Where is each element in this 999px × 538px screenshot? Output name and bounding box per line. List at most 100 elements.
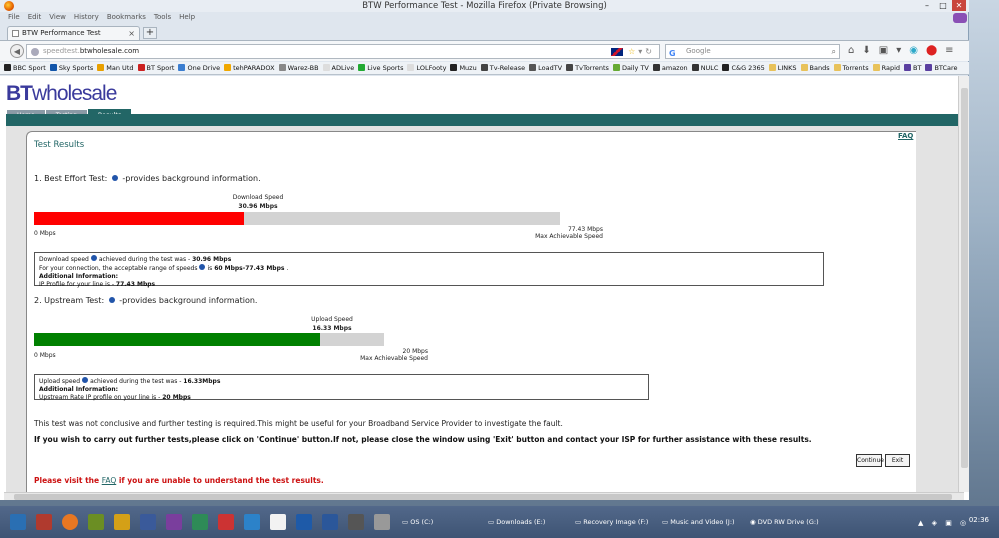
app-icon[interactable] (140, 514, 156, 530)
info-icon[interactable] (108, 297, 115, 303)
horizontal-scrollbar[interactable] (4, 492, 964, 500)
app-icon[interactable] (88, 514, 104, 530)
bookmark-item[interactable]: Muzu (450, 62, 477, 74)
faq-link[interactable]: FAQ (898, 132, 913, 140)
maximize-icon[interactable]: □ (936, 0, 950, 11)
bookmark-icon (652, 64, 660, 71)
adblock-icon[interactable]: ⬤ (926, 45, 937, 56)
bookmark-item[interactable]: Torrents (833, 62, 869, 74)
upstream-profile-value: 20 Mbps (162, 394, 191, 401)
uk-flag-icon[interactable] (610, 47, 623, 56)
bookmark-item[interactable]: Bands (800, 62, 830, 74)
upstream-subtitle: -provides background information. (119, 296, 258, 305)
extension-icon[interactable]: ◉ (909, 45, 918, 56)
info-icon[interactable] (199, 264, 206, 270)
title-bar: BTW Performance Test - Mozilla Firefox (… (0, 0, 969, 12)
menu-dropdown-icon[interactable]: ▾ (896, 45, 901, 56)
bookmark-item[interactable]: tehPARADOX (224, 62, 275, 74)
bookmark-star-icon[interactable]: ☆ (628, 47, 638, 56)
bookmark-item[interactable]: C&G 2365 (722, 62, 765, 74)
tab-btw-performance-test[interactable]: BTW Performance Test × (7, 26, 140, 40)
bookmark-label: LINKS (777, 64, 797, 72)
addons-icon[interactable]: ▣ (879, 45, 888, 56)
bookmark-item[interactable]: Man Utd (97, 62, 134, 74)
taskbar-drive-g[interactable]: ◉ DVD RW Drive (G:) (750, 518, 819, 526)
bookmark-item[interactable]: NULC (691, 62, 718, 74)
info-icon[interactable] (82, 377, 89, 383)
menu-history[interactable]: History (74, 13, 99, 21)
bookmark-item[interactable]: TvTorrents (566, 62, 609, 74)
folder-icon[interactable] (114, 514, 130, 530)
bookmark-label: Torrents (842, 64, 869, 72)
bookmark-item[interactable]: One Drive (178, 62, 220, 74)
bookmark-item[interactable]: BT Sport (137, 62, 174, 74)
app-icon[interactable] (348, 514, 364, 530)
faq-link-bottom[interactable]: FAQ (102, 476, 117, 485)
window-title: BTW Performance Test - Mozilla Firefox (… (362, 1, 607, 11)
menu-view[interactable]: View (49, 13, 66, 21)
menu-file[interactable]: File (8, 13, 20, 21)
taskbar-drive-e[interactable]: ▭ Downloads (E:) (488, 518, 545, 526)
firefox-taskbar-icon[interactable] (62, 514, 78, 530)
windows-start-icon[interactable] (10, 514, 26, 530)
bookmark-item[interactable]: LoadTV (529, 62, 562, 74)
bookmark-item[interactable]: LINKS (768, 62, 797, 74)
bookmark-item[interactable]: ADLive (322, 62, 354, 74)
bookmark-item[interactable]: Daily TV (612, 62, 649, 74)
reload-icon[interactable]: ↻ (645, 47, 655, 56)
bookmark-item[interactable]: LOLFooty (407, 62, 446, 74)
bookmark-icon (322, 64, 330, 71)
taskbar-drive-c[interactable]: ▭ OS (C:) (402, 518, 433, 526)
continue-button[interactable]: Continue (856, 454, 884, 467)
vertical-scroll-thumb[interactable] (961, 88, 968, 468)
download-icon[interactable]: ⬇ (862, 45, 870, 56)
bookmark-item[interactable]: Live Sports (358, 62, 403, 74)
menu-tools[interactable]: Tools (154, 13, 171, 21)
additional-info-heading: Additional Information: (39, 273, 119, 280)
search-input[interactable]: G Google ⌕ (665, 44, 840, 59)
tab-label: BTW Performance Test (22, 29, 101, 37)
app-icon[interactable] (374, 514, 390, 530)
bookmark-item[interactable]: BBC Sport (4, 62, 46, 74)
new-tab-button[interactable]: + (143, 27, 157, 39)
minimize-icon[interactable]: – (920, 0, 934, 11)
menu-help[interactable]: Help (179, 13, 195, 21)
exit-button[interactable]: Exit (885, 454, 910, 467)
bookmark-label: amazon (661, 64, 688, 72)
bookmark-item[interactable]: Warez-BB (278, 62, 319, 74)
search-icon[interactable]: ⌕ (832, 45, 836, 58)
horizontal-scroll-thumb[interactable] (14, 494, 952, 500)
private-browsing-icon (953, 13, 967, 23)
word-icon[interactable] (322, 514, 338, 530)
url-input[interactable]: speedtest.btwholesale.com ☆▾↻ (26, 44, 660, 59)
app-icon[interactable] (218, 514, 234, 530)
home-icon[interactable]: ⌂ (848, 45, 854, 56)
vertical-scrollbar[interactable] (958, 76, 969, 492)
info-icon[interactable] (90, 255, 97, 261)
tab-close-icon[interactable]: × (128, 27, 135, 40)
back-icon[interactable]: ◀ (10, 44, 24, 58)
app-icon[interactable] (36, 514, 52, 530)
outlook-icon[interactable] (296, 514, 312, 530)
app-icon[interactable] (192, 514, 208, 530)
best-effort-subtitle: -provides background information. (122, 174, 261, 183)
menu-edit[interactable]: Edit (28, 13, 42, 21)
bookmark-item[interactable]: amazon (652, 62, 688, 74)
taskbar-drive-j[interactable]: ▭ Music and Video (J:) (662, 518, 735, 526)
app-icon[interactable] (166, 514, 182, 530)
info-icon[interactable] (111, 175, 118, 181)
bookmark-item[interactable]: Tv-Release (480, 62, 525, 74)
bookmark-item[interactable]: BTCare (925, 62, 958, 74)
app-icon[interactable] (244, 514, 260, 530)
app-icon[interactable] (270, 514, 286, 530)
bookmark-item[interactable]: Rapid (872, 62, 900, 74)
bookmark-item[interactable]: Sky Sports (49, 62, 93, 74)
taskbar-drive-f[interactable]: ▭ Recovery Image (F:) (575, 518, 648, 526)
close-icon[interactable]: ✕ (952, 0, 966, 11)
hamburger-menu-icon[interactable]: ≡ (945, 45, 953, 56)
taskbar-clock[interactable]: 02:36 (969, 516, 989, 524)
bookmark-item[interactable]: BT (904, 62, 921, 74)
google-icon[interactable]: G (669, 47, 676, 60)
menu-bookmarks[interactable]: Bookmarks (107, 13, 146, 21)
system-tray[interactable]: ▲ ◈ ▣ ◎ (918, 519, 969, 527)
